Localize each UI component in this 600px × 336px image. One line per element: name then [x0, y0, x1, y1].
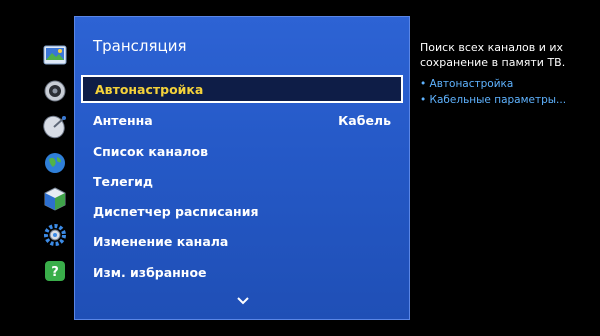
picture-icon[interactable]	[40, 40, 70, 70]
network-icon[interactable]	[40, 148, 70, 178]
panel-title: Трансляция	[93, 37, 187, 55]
menu-item-label: Изменение канала	[93, 233, 229, 249]
support-icon[interactable]	[40, 220, 70, 250]
broadcast-icon[interactable]	[40, 112, 70, 142]
menu-item-schedule-manager[interactable]: Диспетчер расписания	[81, 197, 403, 225]
menu-item-label: Диспетчер расписания	[93, 203, 259, 219]
menu-item-label: Антенна	[93, 112, 153, 128]
help-info-panel: Поиск всех каналов и их сохранение в пам…	[420, 40, 595, 108]
svg-text:?: ?	[51, 265, 59, 280]
chevron-down-icon[interactable]	[235, 295, 251, 307]
menu-item-label: Телегид	[93, 173, 154, 189]
menu-item-label: Изм. избранное	[93, 264, 207, 280]
system-icon[interactable]	[40, 184, 70, 214]
menu-item-antenna[interactable]: Антенна Кабель	[81, 106, 403, 134]
broadcast-menu-panel: Трансляция Автонастройка Антенна Кабель …	[74, 16, 410, 320]
smart-hub-icon[interactable]: ?	[40, 256, 70, 286]
menu-item-auto-tuning[interactable]: Автонастройка	[81, 75, 403, 103]
menu-item-edit-channel[interactable]: Изменение канала	[81, 227, 403, 255]
help-link-auto-tuning[interactable]: • Автонастройка	[420, 76, 595, 92]
menu-item-label: Автонастройка	[95, 81, 204, 97]
sound-icon[interactable]	[40, 76, 70, 106]
menu-item-label: Список каналов	[93, 143, 209, 159]
menu-item-channel-list[interactable]: Список каналов	[81, 137, 403, 165]
menu-item-edit-favorites[interactable]: Изм. избранное	[81, 258, 403, 286]
help-description: Поиск всех каналов и их сохранение в пам…	[420, 41, 566, 69]
help-link-cable-settings[interactable]: • Кабельные параметры...	[420, 92, 595, 108]
menu-item-guide[interactable]: Телегид	[81, 167, 403, 195]
menu-item-value: Кабель	[338, 112, 391, 128]
